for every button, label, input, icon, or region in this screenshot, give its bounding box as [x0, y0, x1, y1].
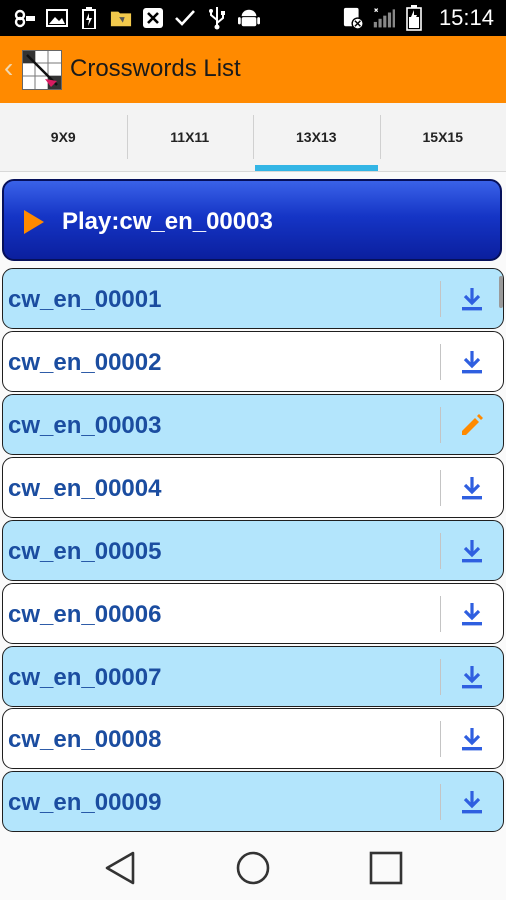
close-box-icon: [142, 7, 164, 29]
list-item-name: cw_en_00008: [8, 726, 162, 753]
battery-icon: [403, 5, 425, 31]
list-item-name: cw_en_00006: [8, 601, 162, 628]
back-triangle-icon[interactable]: [100, 848, 140, 888]
row-divider: [440, 470, 441, 506]
row-divider: [440, 281, 441, 317]
edit-pencil-icon[interactable]: [459, 412, 485, 438]
status-icons-left: [14, 0, 260, 36]
tab-9x9[interactable]: 9X9: [0, 103, 127, 171]
download-icon[interactable]: [459, 601, 485, 627]
navigation-bar: [0, 834, 506, 900]
tab-13x13[interactable]: 13X13: [253, 103, 380, 171]
crossword-list[interactable]: cw_en_00001 cw_en_00002 cw_en_00003 cw_e…: [0, 268, 506, 834]
download-icon[interactable]: [459, 538, 485, 564]
download-icon[interactable]: [459, 286, 485, 312]
signal-icon: [373, 7, 395, 29]
download-icon[interactable]: [459, 349, 485, 375]
list-item-name: cw_en_00002: [8, 349, 162, 376]
page-title: Crosswords List: [70, 55, 241, 82]
download-icon[interactable]: [459, 664, 485, 690]
play-arrow-icon: [24, 210, 44, 234]
play-label: Play:cw_en_00003: [62, 208, 273, 235]
row-divider: [440, 344, 441, 380]
image-icon: [46, 7, 68, 29]
row-divider: [440, 533, 441, 569]
list-item[interactable]: cw_en_00007: [2, 646, 504, 707]
download-icon[interactable]: [459, 789, 485, 815]
android-icon: [238, 7, 260, 29]
size-tabs: 9X9 11X11 13X13 15X15: [0, 103, 506, 172]
row-divider: [440, 407, 441, 443]
status-time: 15:14: [438, 5, 494, 30]
row-divider: [440, 721, 441, 757]
recents-square-icon[interactable]: [366, 848, 406, 888]
status-icons-right: 15:14: [343, 0, 494, 36]
list-item-name: cw_en_00009: [8, 789, 162, 816]
tab-11x11[interactable]: 11X11: [126, 103, 254, 171]
download-icon[interactable]: [459, 475, 485, 501]
list-item-name: cw_en_00003: [8, 412, 162, 439]
status-bar: 15:14: [0, 0, 506, 36]
list-item[interactable]: cw_en_00005: [2, 520, 504, 581]
crossword-logo-icon[interactable]: [22, 50, 62, 90]
usb-icon: [206, 7, 228, 30]
list-item[interactable]: cw_en_00001: [2, 268, 504, 329]
list-scrollbar[interactable]: [499, 276, 503, 308]
list-item[interactable]: cw_en_00009: [2, 771, 504, 832]
action-bar: ‹ Crosswords List: [0, 36, 506, 103]
sim-icon: [343, 7, 365, 30]
tab-15x15[interactable]: 15X15: [379, 103, 506, 171]
back-chevron-icon[interactable]: ‹: [4, 54, 13, 82]
battery-charging-icon: [78, 7, 100, 29]
row-divider: [440, 659, 441, 695]
folder-icon: [110, 7, 132, 29]
list-item-name: cw_en_00001: [8, 286, 162, 313]
download-icon[interactable]: [459, 726, 485, 752]
infinity-icon: [14, 7, 36, 29]
list-item[interactable]: cw_en_00002: [2, 331, 504, 392]
play-button[interactable]: Play:cw_en_00003: [2, 179, 502, 261]
list-item-name: cw_en_00004: [8, 475, 162, 502]
list-item[interactable]: cw_en_00003: [2, 394, 504, 455]
list-item-name: cw_en_00007: [8, 664, 162, 691]
row-divider: [440, 784, 441, 820]
list-item-name: cw_en_00005: [8, 538, 162, 565]
list-item[interactable]: cw_en_00008: [2, 708, 504, 769]
list-item[interactable]: cw_en_00006: [2, 583, 504, 644]
row-divider: [440, 596, 441, 632]
list-item[interactable]: cw_en_00004: [2, 457, 504, 518]
check-icon: [174, 7, 196, 29]
home-circle-icon[interactable]: [233, 848, 273, 888]
